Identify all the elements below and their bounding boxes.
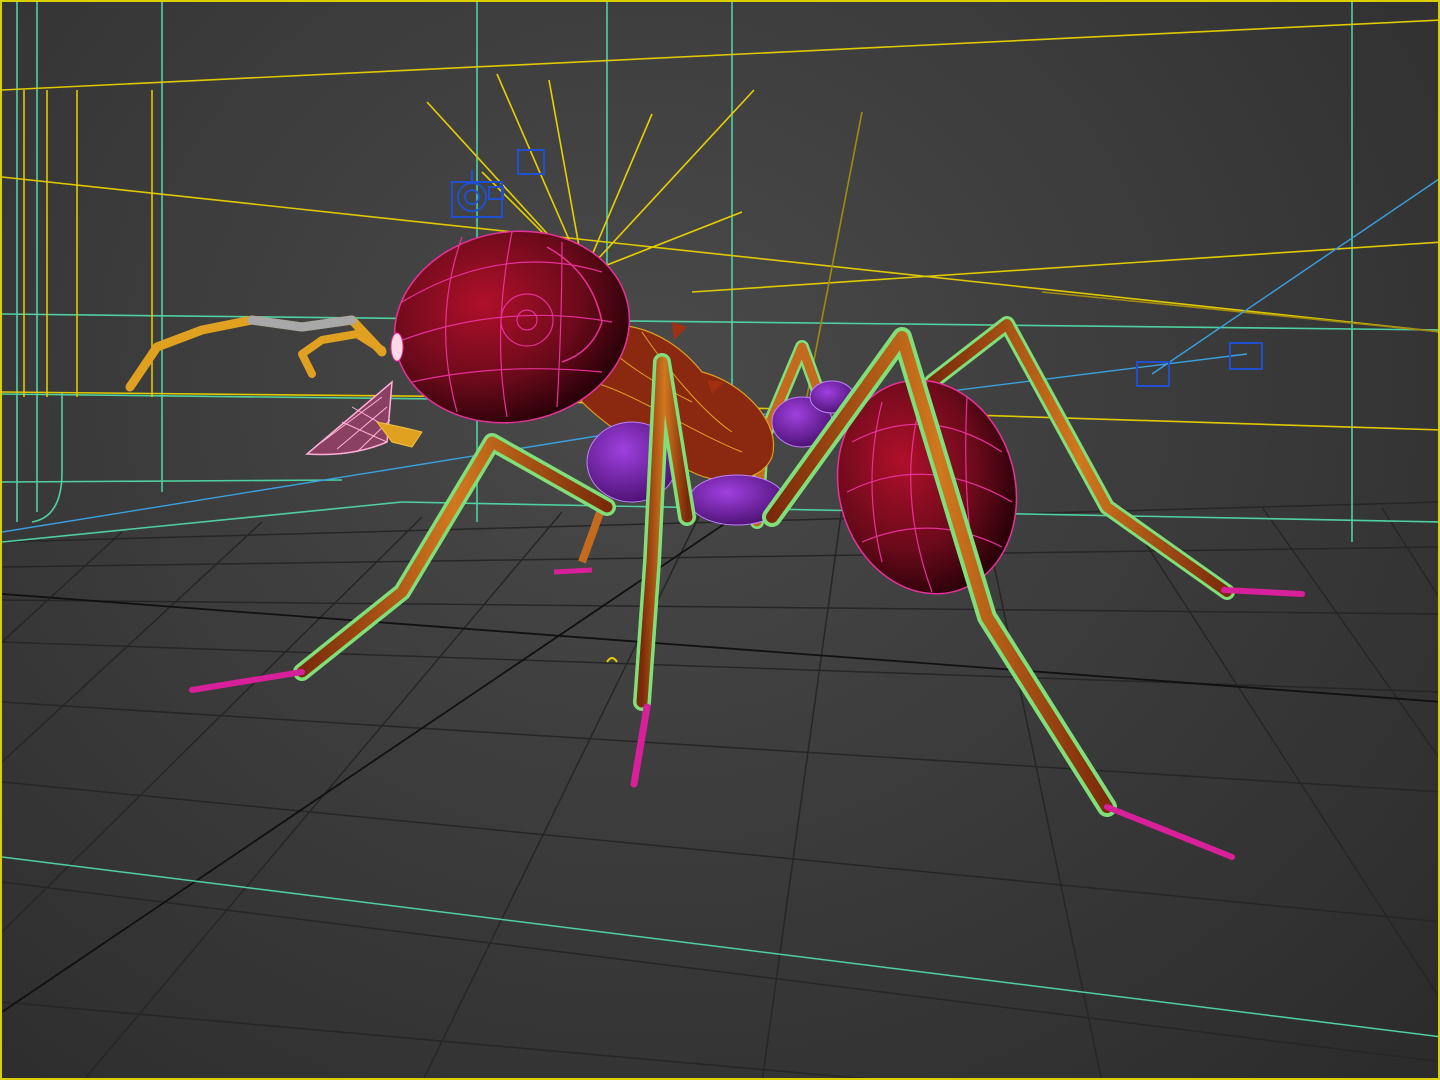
3d-viewport[interactable]: [0, 0, 1440, 1080]
pivot-marker: [606, 657, 618, 663]
front-left-leg: [189, 433, 616, 693]
camera-target-icon[interactable]: [1136, 342, 1263, 387]
light-bounds: [2, 19, 1438, 431]
scene-svg[interactable]: [2, 2, 1440, 1080]
ant-mandible: [305, 380, 423, 456]
ant-antennae: [125, 315, 387, 392]
right-mid-leg: [762, 327, 1235, 860]
